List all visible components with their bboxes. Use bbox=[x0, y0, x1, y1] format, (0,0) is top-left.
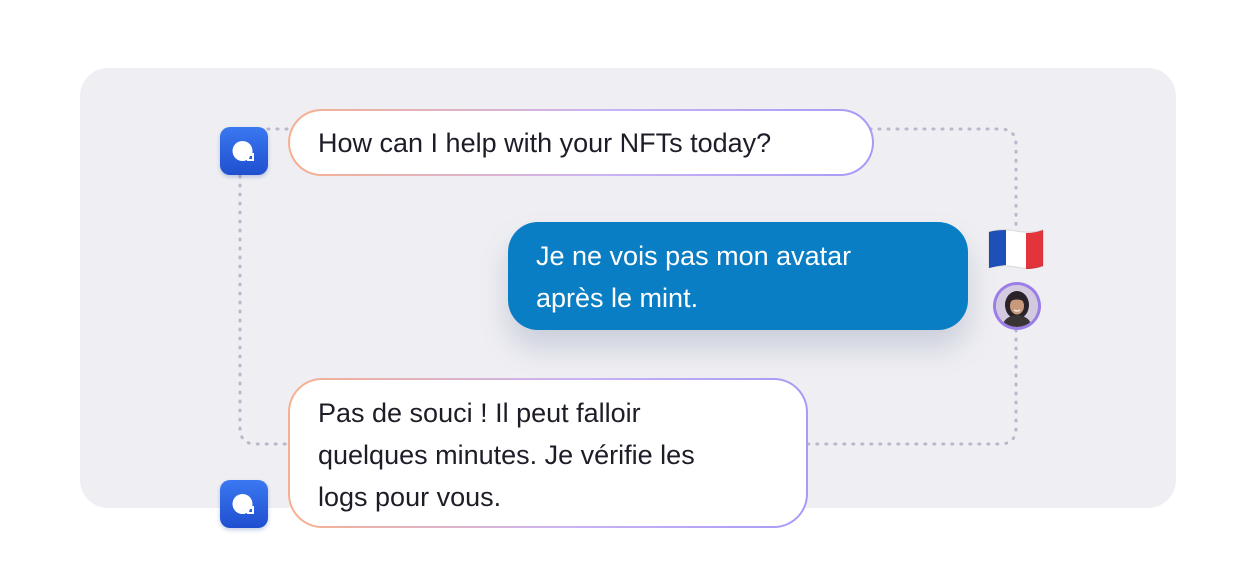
chat-bubble-icon bbox=[232, 141, 254, 161]
bot-message-line: quelques minutes. Je vérifie les bbox=[318, 440, 695, 470]
user-message-line: Je ne vois pas mon avatar bbox=[536, 241, 852, 271]
user-avatar-photo bbox=[996, 285, 1038, 327]
chat-bubble-icon bbox=[232, 494, 254, 514]
bot-message: Pas de souci ! Il peut falloir quelques … bbox=[288, 378, 808, 528]
bot-message-line: logs pour vous. bbox=[318, 482, 502, 512]
bot-message-line: Pas de souci ! Il peut falloir bbox=[318, 398, 641, 428]
user-message-line: après le mint. bbox=[536, 283, 699, 313]
user-message: Je ne vois pas mon avatar après le mint. bbox=[508, 222, 968, 330]
bot-message-text: How can I help with your NFTs today? bbox=[318, 128, 772, 158]
bot-avatar bbox=[220, 480, 268, 528]
bot-avatar bbox=[220, 127, 268, 175]
bot-message: How can I help with your NFTs today? bbox=[288, 109, 874, 176]
user-avatar bbox=[993, 282, 1041, 330]
chat-illustration: How can I help with your NFTs today? Je … bbox=[0, 0, 1256, 576]
france-flag-icon bbox=[988, 229, 1044, 269]
